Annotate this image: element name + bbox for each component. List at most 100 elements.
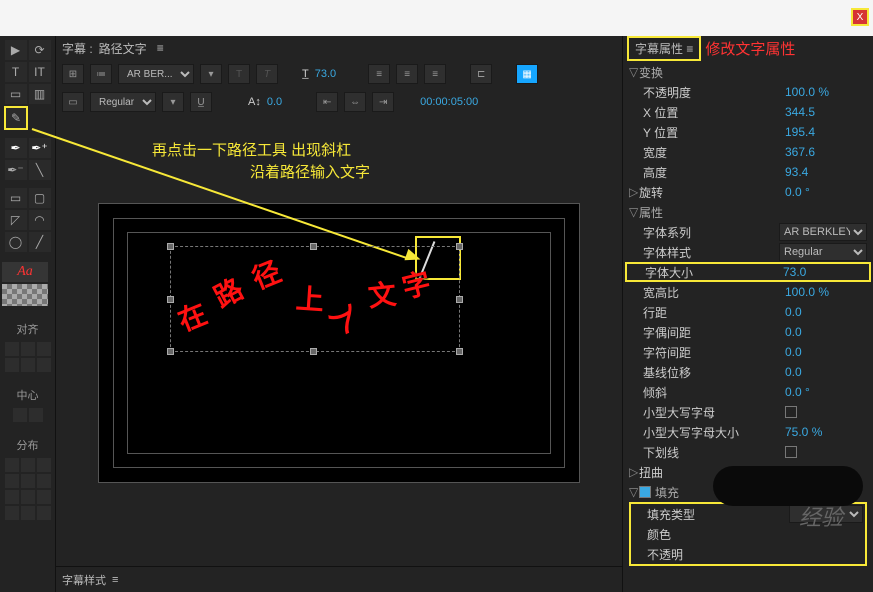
transparency-swatch — [2, 284, 48, 306]
prop-fontsize-label: 字体大小 — [631, 264, 783, 281]
arc-tool[interactable]: ◠ — [29, 210, 51, 230]
rotate-tool[interactable]: ⟳ — [29, 40, 51, 60]
prop-rotate-label[interactable]: 旋转 — [639, 184, 785, 201]
wedge-tool[interactable]: ◸ — [5, 210, 27, 230]
prop-fontfamily-label: 字体系列 — [629, 224, 779, 241]
prop-linespacing-value[interactable]: 0.0 — [785, 305, 867, 319]
leading-value[interactable]: 0.0 — [267, 96, 282, 108]
prop-xpos-label: X 位置 — [629, 104, 785, 121]
underline-button[interactable]: U̲ — [190, 92, 212, 112]
prop-width-value[interactable]: 367.6 — [785, 145, 867, 159]
path-char: 文 — [366, 273, 398, 316]
align-left[interactable]: ≡ — [368, 64, 390, 84]
prop-fontstyle-select[interactable]: Regular — [779, 243, 867, 261]
annotation-props-note: 修改文字属性 — [705, 38, 795, 59]
align-buttons[interactable] — [2, 342, 53, 372]
styles-panel-title: 字幕样式 — [62, 572, 106, 588]
text-style-swatch[interactable]: Aa — [2, 262, 48, 282]
prop-kerning-value[interactable]: 0.0 — [785, 325, 867, 339]
ellipse-tool[interactable]: ◯ — [5, 232, 27, 252]
title-options-row1: ⊞ ≔ AR BER... ▾ T T T̲ 73.0 ≡ ≡ ≡ ⊏ ▦ — [56, 60, 622, 88]
font-family-select[interactable]: AR BER... — [118, 64, 194, 84]
prop-smallcaps-checkbox[interactable] — [785, 406, 797, 418]
tab-stops[interactable]: ⊏ — [470, 64, 492, 84]
prop-ypos-value[interactable]: 195.4 — [785, 125, 867, 139]
prop-filltype-select[interactable] — [789, 505, 863, 523]
font-size-value[interactable]: 73.0 — [315, 68, 336, 80]
prop-rotate-value[interactable]: 0.0 ° — [785, 185, 867, 199]
selection-tool[interactable]: ▶ — [5, 40, 27, 60]
prop-color-label: 颜色 — [633, 526, 781, 543]
center-section-label: 中心 — [2, 384, 53, 406]
prop-opacity-label: 不透明度 — [629, 84, 785, 101]
distribute-buttons[interactable] — [2, 458, 53, 520]
prop-skew-label: 倾斜 — [629, 384, 785, 401]
prop-underline-checkbox[interactable] — [785, 446, 797, 458]
prop-width-label: 宽度 — [629, 144, 785, 161]
align-right[interactable]: ≡ — [424, 64, 446, 84]
prop-linespacing-label: 行距 — [629, 304, 785, 321]
convert-anchor-tool[interactable]: ╲ — [29, 160, 51, 180]
line-tool[interactable]: ╱ — [29, 232, 51, 252]
rectangle-tool[interactable]: ▭ — [5, 188, 27, 208]
prop-smallcaps-label: 小型大写字母 — [629, 404, 785, 421]
prop-filltype-label: 填充类型 — [633, 506, 789, 523]
type-tool[interactable]: T — [5, 62, 27, 82]
panel-title-name: 路径文字 — [99, 40, 147, 57]
prop-xpos-value[interactable]: 344.5 — [785, 105, 867, 119]
align-center[interactable]: ≡ — [396, 64, 418, 84]
panel-menu-icon[interactable]: ≡ — [157, 41, 164, 55]
prop-baseline-label: 基线位移 — [629, 364, 785, 381]
annotation-line2: 沿着路径输入文字 — [250, 164, 370, 182]
new-title-button[interactable]: ▭ — [62, 92, 84, 112]
rounded-rect-tool[interactable]: ▢ — [29, 188, 51, 208]
pen-tool[interactable]: ✒ — [5, 138, 27, 158]
title-properties-panel: 字幕属性 ≡ 修改文字属性 ▽变换 不透明度100.0 % X 位置344.5 … — [622, 36, 873, 592]
weight-caret[interactable]: ▾ — [162, 92, 184, 112]
font-weight-select[interactable]: Regular — [90, 92, 156, 112]
leading-icon: A↕ — [248, 96, 261, 108]
prop-skew-value[interactable]: 0.0 ° — [785, 385, 867, 399]
watermark-bubble — [713, 466, 863, 506]
show-video-button[interactable]: ▦ — [516, 64, 538, 84]
title-options-row2: ▭ Regular ▾ U̲ A↕ 0.0 ⇤ ⇔ ⇥ 00:00:05:00 — [56, 88, 622, 116]
annotation-line1: 再点击一下路径工具 出现斜杠 — [152, 142, 351, 160]
prop-aspect-value[interactable]: 100.0 % — [785, 285, 867, 299]
prop-fontfamily-select[interactable]: AR BERKLEY — [779, 223, 867, 241]
prop-smallcapssz-value[interactable]: 75.0 % — [785, 425, 867, 439]
prop-tracking-label: 字符间距 — [629, 344, 785, 361]
vertical-area-type-tool[interactable]: ▥ — [29, 84, 51, 104]
prop-height-value[interactable]: 93.4 — [785, 165, 867, 179]
distribute-h[interactable]: ⇤ — [316, 92, 338, 112]
path-type-tool[interactable]: ✎ — [6, 108, 26, 128]
distribute-v[interactable]: ⇥ — [372, 92, 394, 112]
timecode-value[interactable]: 00:00:05:00 — [420, 96, 478, 108]
prop-aspect-label: 宽高比 — [629, 284, 785, 301]
area-type-tool[interactable]: ▭ — [5, 84, 27, 104]
add-anchor-tool[interactable]: ✒⁺ — [29, 138, 51, 158]
bold-button[interactable]: T — [228, 64, 250, 84]
section-attributes[interactable]: 属性 — [639, 204, 867, 221]
vertical-type-tool[interactable]: IT — [29, 62, 51, 82]
prop-opacity2-label: 不透明 — [633, 546, 863, 563]
roll-crawl-button[interactable]: ≔ — [90, 64, 112, 84]
center-buttons[interactable] — [2, 408, 53, 422]
prop-fontstyle-label: 字体样式 — [629, 244, 779, 261]
prop-opacity-value[interactable]: 100.0 % — [785, 85, 867, 99]
styles-panel-menu-icon[interactable]: ≡ — [112, 574, 118, 586]
distribute-section-label: 分布 — [2, 434, 53, 456]
prop-baseline-value[interactable]: 0.0 — [785, 365, 867, 379]
section-transform[interactable]: 变换 — [639, 64, 867, 81]
distribute-c[interactable]: ⇔ — [344, 92, 366, 112]
font-picker-caret[interactable]: ▾ — [200, 64, 222, 84]
prop-tracking-value[interactable]: 0.0 — [785, 345, 867, 359]
prop-ypos-label: Y 位置 — [629, 124, 785, 141]
tools-panel: ▶⟳ TIT ▭▥ ✎ ✒✒⁺ ✒⁻╲ ▭▢ ◸◠ ◯╱ Aa 对齐 中心 分布 — [0, 36, 56, 592]
delete-anchor-tool[interactable]: ✒⁻ — [5, 160, 27, 180]
fill-enable-checkbox[interactable] — [639, 486, 651, 498]
properties-tab[interactable]: 字幕属性 ≡ — [627, 36, 701, 61]
templates-button[interactable]: ⊞ — [62, 64, 84, 84]
prop-fontsize-value[interactable]: 73.0 — [783, 265, 865, 279]
window-close-button[interactable]: X — [851, 8, 869, 26]
italic-button[interactable]: T — [256, 64, 278, 84]
